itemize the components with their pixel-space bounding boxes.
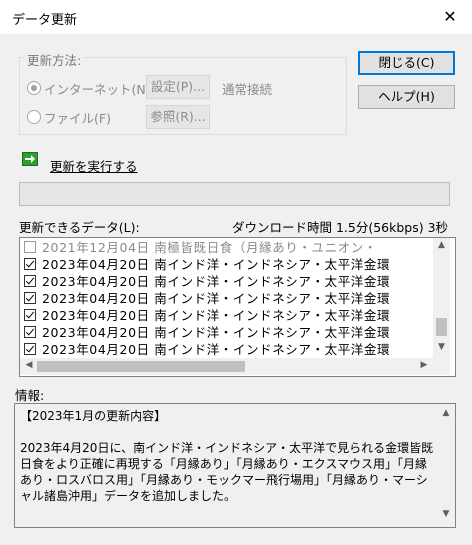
close-icon[interactable]: ✕ — [436, 4, 464, 30]
list-item-text: 2023年04月20日 南インド洋・インドネシア・太平洋金環 — [42, 274, 391, 289]
list-item[interactable]: 2023年04月20日 南インド洋・インドネシア・太平洋金環 — [22, 324, 442, 341]
scroll-up-icon[interactable]: ▲ — [439, 408, 453, 418]
row-checkbox[interactable] — [24, 241, 36, 253]
scroll-up-icon[interactable]: ▲ — [433, 240, 450, 250]
list-item-text: 2023年04月20日 南インド洋・インドネシア・太平洋金環 — [42, 291, 391, 306]
list-item-text: 2023年04月20日 南インド洋・インドネシア・太平洋金環 — [42, 342, 391, 357]
scroll-left-icon[interactable]: ◀ — [23, 360, 35, 370]
list-item[interactable]: 2021年12月04日 南極皆既日食（月縁あり・ユニオン・ — [22, 239, 442, 256]
file-radio[interactable] — [27, 110, 41, 124]
row-checkbox[interactable] — [24, 292, 36, 304]
list-item-text: 2023年04月20日 南インド洋・インドネシア・太平洋金環 — [42, 308, 391, 323]
list-item-text: 2023年04月20日 南インド洋・インドネシア・太平洋金環 — [42, 257, 391, 272]
horizontal-scrollbar[interactable]: ◀ ▶ — [20, 358, 433, 375]
help-button[interactable]: ヘルプ(H) — [358, 85, 455, 109]
row-checkbox[interactable] — [24, 275, 36, 287]
scroll-corner — [433, 358, 450, 375]
file-radio-label[interactable]: ファイル(F) — [44, 108, 111, 127]
browse-button[interactable]: 参照(R)... — [146, 105, 210, 129]
scroll-down-icon[interactable]: ▼ — [433, 342, 450, 352]
info-text: 【2023年1月の更新内容】 2023年4月20日に、南インド洋・インドネシア・… — [20, 409, 434, 503]
info-label: 情報: — [15, 388, 45, 403]
row-checkbox[interactable] — [24, 343, 36, 355]
settings-button[interactable]: 設定(P)... — [146, 75, 210, 99]
connection-status: 通常接続 — [222, 82, 273, 97]
horizontal-scroll-thumb[interactable] — [37, 361, 245, 372]
row-checkbox[interactable] — [24, 309, 36, 321]
row-checkbox[interactable] — [24, 258, 36, 270]
scroll-right-icon[interactable]: ▶ — [418, 360, 430, 370]
progress-bar — [19, 182, 450, 206]
list-item[interactable]: 2023年04月20日 南インド洋・インドネシア・太平洋金環 — [22, 256, 442, 273]
list-item[interactable]: 2023年04月20日 南インド洋・インドネシア・太平洋金環 — [22, 290, 442, 307]
scroll-down-icon[interactable]: ▼ — [439, 509, 453, 519]
row-checkbox[interactable] — [24, 326, 36, 338]
arrow-right-icon — [22, 152, 38, 166]
window-title: データ更新 — [12, 13, 78, 28]
list-item[interactable]: 2023年04月20日 南インド洋・インドネシア・太平洋金環 — [22, 307, 442, 324]
update-method-label: 更新方法: — [24, 50, 85, 69]
internet-radio[interactable] — [27, 81, 41, 95]
list-item[interactable]: 2023年04月20日 南インド洋・インドネシア・太平洋金環 — [22, 273, 442, 290]
download-time: ダウンロード時間 1.5分(56kbps) 3秒 — [232, 220, 449, 235]
vertical-scroll-thumb[interactable] — [436, 318, 447, 336]
data-list-label: 更新できるデータ(L): — [19, 220, 140, 235]
data-list[interactable]: 2021年12月04日 南極皆既日食（月縁あり・ユニオン・ 2023年04月20… — [19, 237, 456, 377]
list-item[interactable]: 2023年04月20日 南インド洋・インドネシア・太平洋金環 — [22, 341, 442, 358]
info-textbox[interactable]: 【2023年1月の更新内容】 2023年4月20日に、南インド洋・インドネシア・… — [14, 403, 456, 528]
execute-update-link[interactable]: 更新を実行する — [50, 156, 138, 175]
list-item-text: 2023年04月20日 南インド洋・インドネシア・太平洋金環 — [42, 325, 391, 340]
vertical-scrollbar[interactable]: ▲ ▼ — [433, 238, 450, 358]
close-button[interactable]: 閉じる(C) — [358, 51, 455, 75]
list-item-text: 2021年12月04日 南極皆既日食（月縁あり・ユニオン・ — [42, 240, 377, 255]
internet-radio-label[interactable]: インターネット(N) — [44, 79, 151, 98]
